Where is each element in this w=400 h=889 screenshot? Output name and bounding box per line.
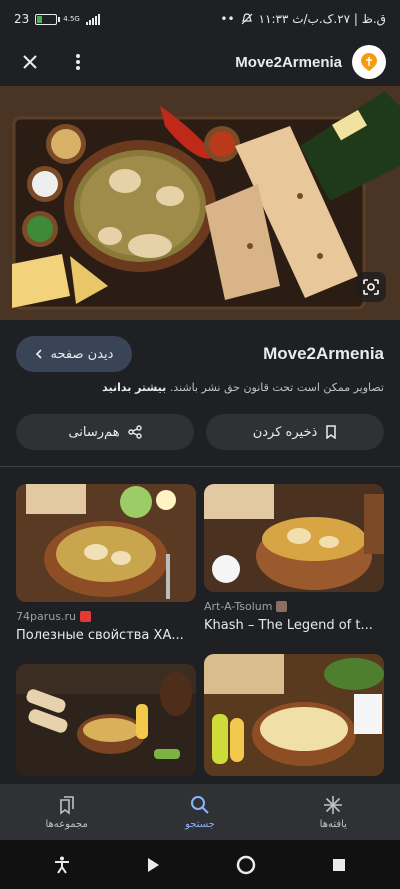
battery-percent: 23: [14, 12, 30, 26]
favicon-icon: [276, 601, 288, 612]
section-divider: [0, 466, 400, 467]
play-icon[interactable]: [146, 857, 160, 873]
sparkle-icon: [324, 795, 343, 814]
more-options-button[interactable]: [62, 46, 94, 78]
result-source-name: Art-A-Tsolum: [204, 600, 273, 613]
share-label: هم‌رسانی: [68, 424, 120, 440]
nav-search-label: جستجو: [185, 818, 215, 830]
share-icon: [127, 425, 142, 439]
search-icon: [190, 795, 209, 814]
close-button[interactable]: [14, 46, 46, 78]
result-source: 74parus.ru: [16, 610, 196, 623]
nav-collections[interactable]: مجموعه‌ها: [0, 784, 133, 840]
nav-discover[interactable]: یافته‌ها: [267, 784, 400, 840]
nav-search[interactable]: جستجو: [133, 784, 266, 840]
khash-clay-pot-image: [204, 484, 384, 592]
hero-image[interactable]: [0, 86, 400, 320]
visit-page-button[interactable]: دیدن صفحه: [16, 336, 132, 372]
result-title[interactable]: Khash – The Legend of t...: [204, 618, 384, 633]
battery-icon: [35, 13, 61, 25]
close-icon: [23, 55, 37, 69]
visit-page-label: دیدن صفحه: [50, 346, 114, 362]
more-vert-icon: [76, 54, 80, 70]
favicon-icon: [79, 611, 91, 622]
nav-discover-label: یافته‌ها: [319, 818, 347, 830]
accessibility-icon[interactable]: [54, 856, 70, 874]
app-bar: Move2Armenia: [0, 38, 400, 86]
khash-dish-image: [0, 86, 400, 320]
clock: ۱۱:۳۳ ق.ظ | ۲۷.ک.ب/ث: [258, 12, 386, 26]
result-thumbnail[interactable]: [16, 484, 196, 602]
recents-icon[interactable]: [332, 858, 346, 872]
result-card[interactable]: [204, 654, 384, 776]
bottom-navigation: مجموعه‌ها جستجو یافته‌ها: [0, 784, 400, 840]
collections-icon: [59, 795, 74, 815]
khash-feast-image: [16, 664, 196, 776]
result-card[interactable]: 74parus.ru Полезные свойства ХА...: [16, 484, 196, 643]
lens-button[interactable]: [356, 272, 386, 302]
bookmark-icon: [326, 425, 337, 439]
network-type: 4.5G: [63, 15, 80, 23]
learn-more-link[interactable]: بیشتر بدانید: [102, 381, 166, 394]
notification-dots: ••: [220, 12, 235, 26]
google-lens-icon: [363, 279, 379, 295]
status-bar: 23 4.5G •• ۱۱:۳۳ ق.ظ | ۲۷.ک.ب/ث: [0, 0, 400, 38]
site-logo[interactable]: [352, 45, 386, 79]
result-thumbnail[interactable]: [16, 664, 196, 776]
home-icon[interactable]: [236, 855, 256, 875]
nav-collections-label: مجموعه‌ها: [45, 818, 88, 830]
result-card[interactable]: Art-A-Tsolum Khash – The Legend of t...: [204, 484, 384, 633]
result-thumbnail[interactable]: [204, 654, 384, 776]
result-source: Art-A-Tsolum: [204, 600, 384, 613]
chevron-left-icon: [35, 349, 42, 359]
signal-icon: [85, 13, 100, 25]
save-label: ذخیره کردن: [252, 424, 318, 440]
share-button[interactable]: هم‌رسانی: [16, 414, 194, 450]
result-title[interactable]: Полезные свойства ХА...: [16, 628, 196, 643]
mute-icon: [241, 13, 252, 25]
save-button[interactable]: ذخیره کردن: [206, 414, 384, 450]
app-bar-title[interactable]: Move2Armenia: [235, 54, 342, 71]
pin-logo-icon: [361, 53, 377, 71]
copyright-text: تصاویر ممکن است تحت قانون حق نشر باشند.: [169, 381, 384, 394]
result-card[interactable]: [16, 664, 196, 776]
khash-table-image: [204, 654, 384, 776]
system-navigation-bar: [0, 840, 400, 889]
source-site-title: Move2Armenia: [263, 344, 384, 363]
copyright-notice: تصاویر ممکن است تحت قانون حق نشر باشند. …: [14, 381, 384, 394]
khash-bowl-image: [16, 484, 196, 602]
result-thumbnail[interactable]: [204, 484, 384, 592]
result-source-name: 74parus.ru: [16, 610, 76, 623]
